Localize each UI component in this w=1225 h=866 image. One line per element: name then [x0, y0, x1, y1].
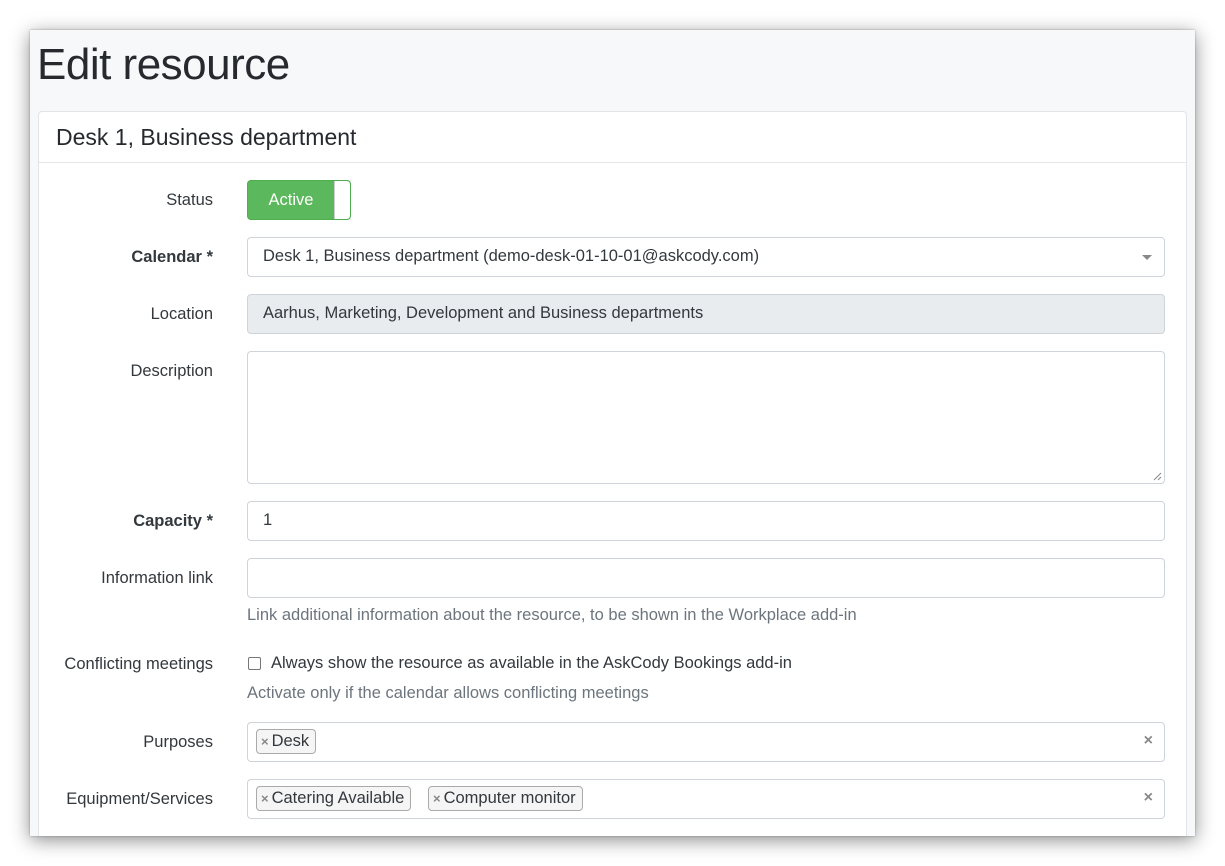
capacity-value: 1: [263, 511, 273, 529]
resource-card: Desk 1, Business department Status Activ…: [38, 111, 1187, 836]
remove-tag-icon[interactable]: ×: [433, 791, 441, 806]
location-label: Location: [150, 305, 213, 323]
tag-chip: × Computer monitor: [428, 786, 583, 811]
description-label: Description: [130, 362, 213, 380]
page-title: Edit resource: [37, 40, 290, 89]
status-toggle[interactable]: Active: [247, 180, 351, 220]
capacity-row: Capacity * 1: [39, 501, 1186, 541]
purposes-label: Purposes: [143, 733, 213, 751]
calendar-value: Desk 1, Business department (demo-desk-0…: [263, 247, 760, 265]
remove-tag-icon[interactable]: ×: [261, 791, 269, 806]
tag-chip: × Catering Available: [256, 786, 412, 811]
location-field: Aarhus, Marketing, Development and Busin…: [247, 294, 1165, 334]
tag-label: Desk: [271, 732, 310, 750]
card-title: Desk 1, Business department: [56, 123, 357, 150]
equipment-label: Equipment/Services: [66, 790, 213, 808]
information-link-help: Link additional information about the re…: [247, 606, 857, 624]
tag-label: Catering Available: [271, 789, 405, 807]
calendar-label: Calendar *: [131, 248, 213, 266]
conflicting-meetings-checkbox[interactable]: [248, 657, 261, 670]
capacity-label: Capacity *: [133, 512, 213, 530]
capacity-input[interactable]: 1: [247, 501, 1165, 541]
information-link-row: Information link Link additional informa…: [39, 558, 1186, 628]
card-header: Desk 1, Business department: [39, 112, 1186, 163]
information-link-input[interactable]: [247, 558, 1165, 598]
toggle-handle: [334, 181, 350, 219]
conflicting-meetings-label: Conflicting meetings: [64, 655, 213, 673]
clear-icon[interactable]: ×: [1144, 732, 1153, 750]
edit-resource-window: Edit resource Desk 1, Business departmen…: [30, 30, 1195, 836]
location-row: Location Aarhus, Marketing, Development …: [39, 294, 1186, 334]
resize-handle-icon[interactable]: [1152, 471, 1162, 481]
status-toggle-label: Active: [268, 191, 314, 209]
conflicting-meetings-checkbox-label[interactable]: Always show the resource as available in…: [271, 654, 792, 673]
tag-chip: × Desk: [256, 729, 317, 754]
information-link-label: Information link: [101, 569, 213, 587]
equipment-multiselect[interactable]: × Catering Available × Computer monitor ×: [247, 779, 1165, 819]
calendar-select[interactable]: Desk 1, Business department (demo-desk-0…: [247, 237, 1165, 277]
conflicting-meetings-row: Conflicting meetings Always show the res…: [39, 654, 1186, 704]
description-textarea[interactable]: [247, 351, 1165, 484]
purposes-multiselect[interactable]: × Desk ×: [247, 722, 1165, 762]
equipment-row: Equipment/Services × Catering Available ×…: [39, 779, 1186, 819]
tag-label: Computer monitor: [443, 789, 576, 807]
calendar-row: Calendar * Desk 1, Business department (…: [39, 237, 1186, 277]
conflicting-meetings-help: Activate only if the calendar allows con…: [247, 684, 649, 702]
remove-tag-icon[interactable]: ×: [261, 734, 269, 749]
location-value: Aarhus, Marketing, Development and Busin…: [263, 304, 704, 322]
clear-icon[interactable]: ×: [1144, 789, 1153, 807]
purposes-row: Purposes × Desk ×: [39, 722, 1186, 762]
chevron-down-icon: [1142, 255, 1152, 260]
description-row: Description: [39, 351, 1186, 484]
status-label: Status: [166, 191, 213, 209]
status-row: Status Active: [39, 180, 1186, 220]
